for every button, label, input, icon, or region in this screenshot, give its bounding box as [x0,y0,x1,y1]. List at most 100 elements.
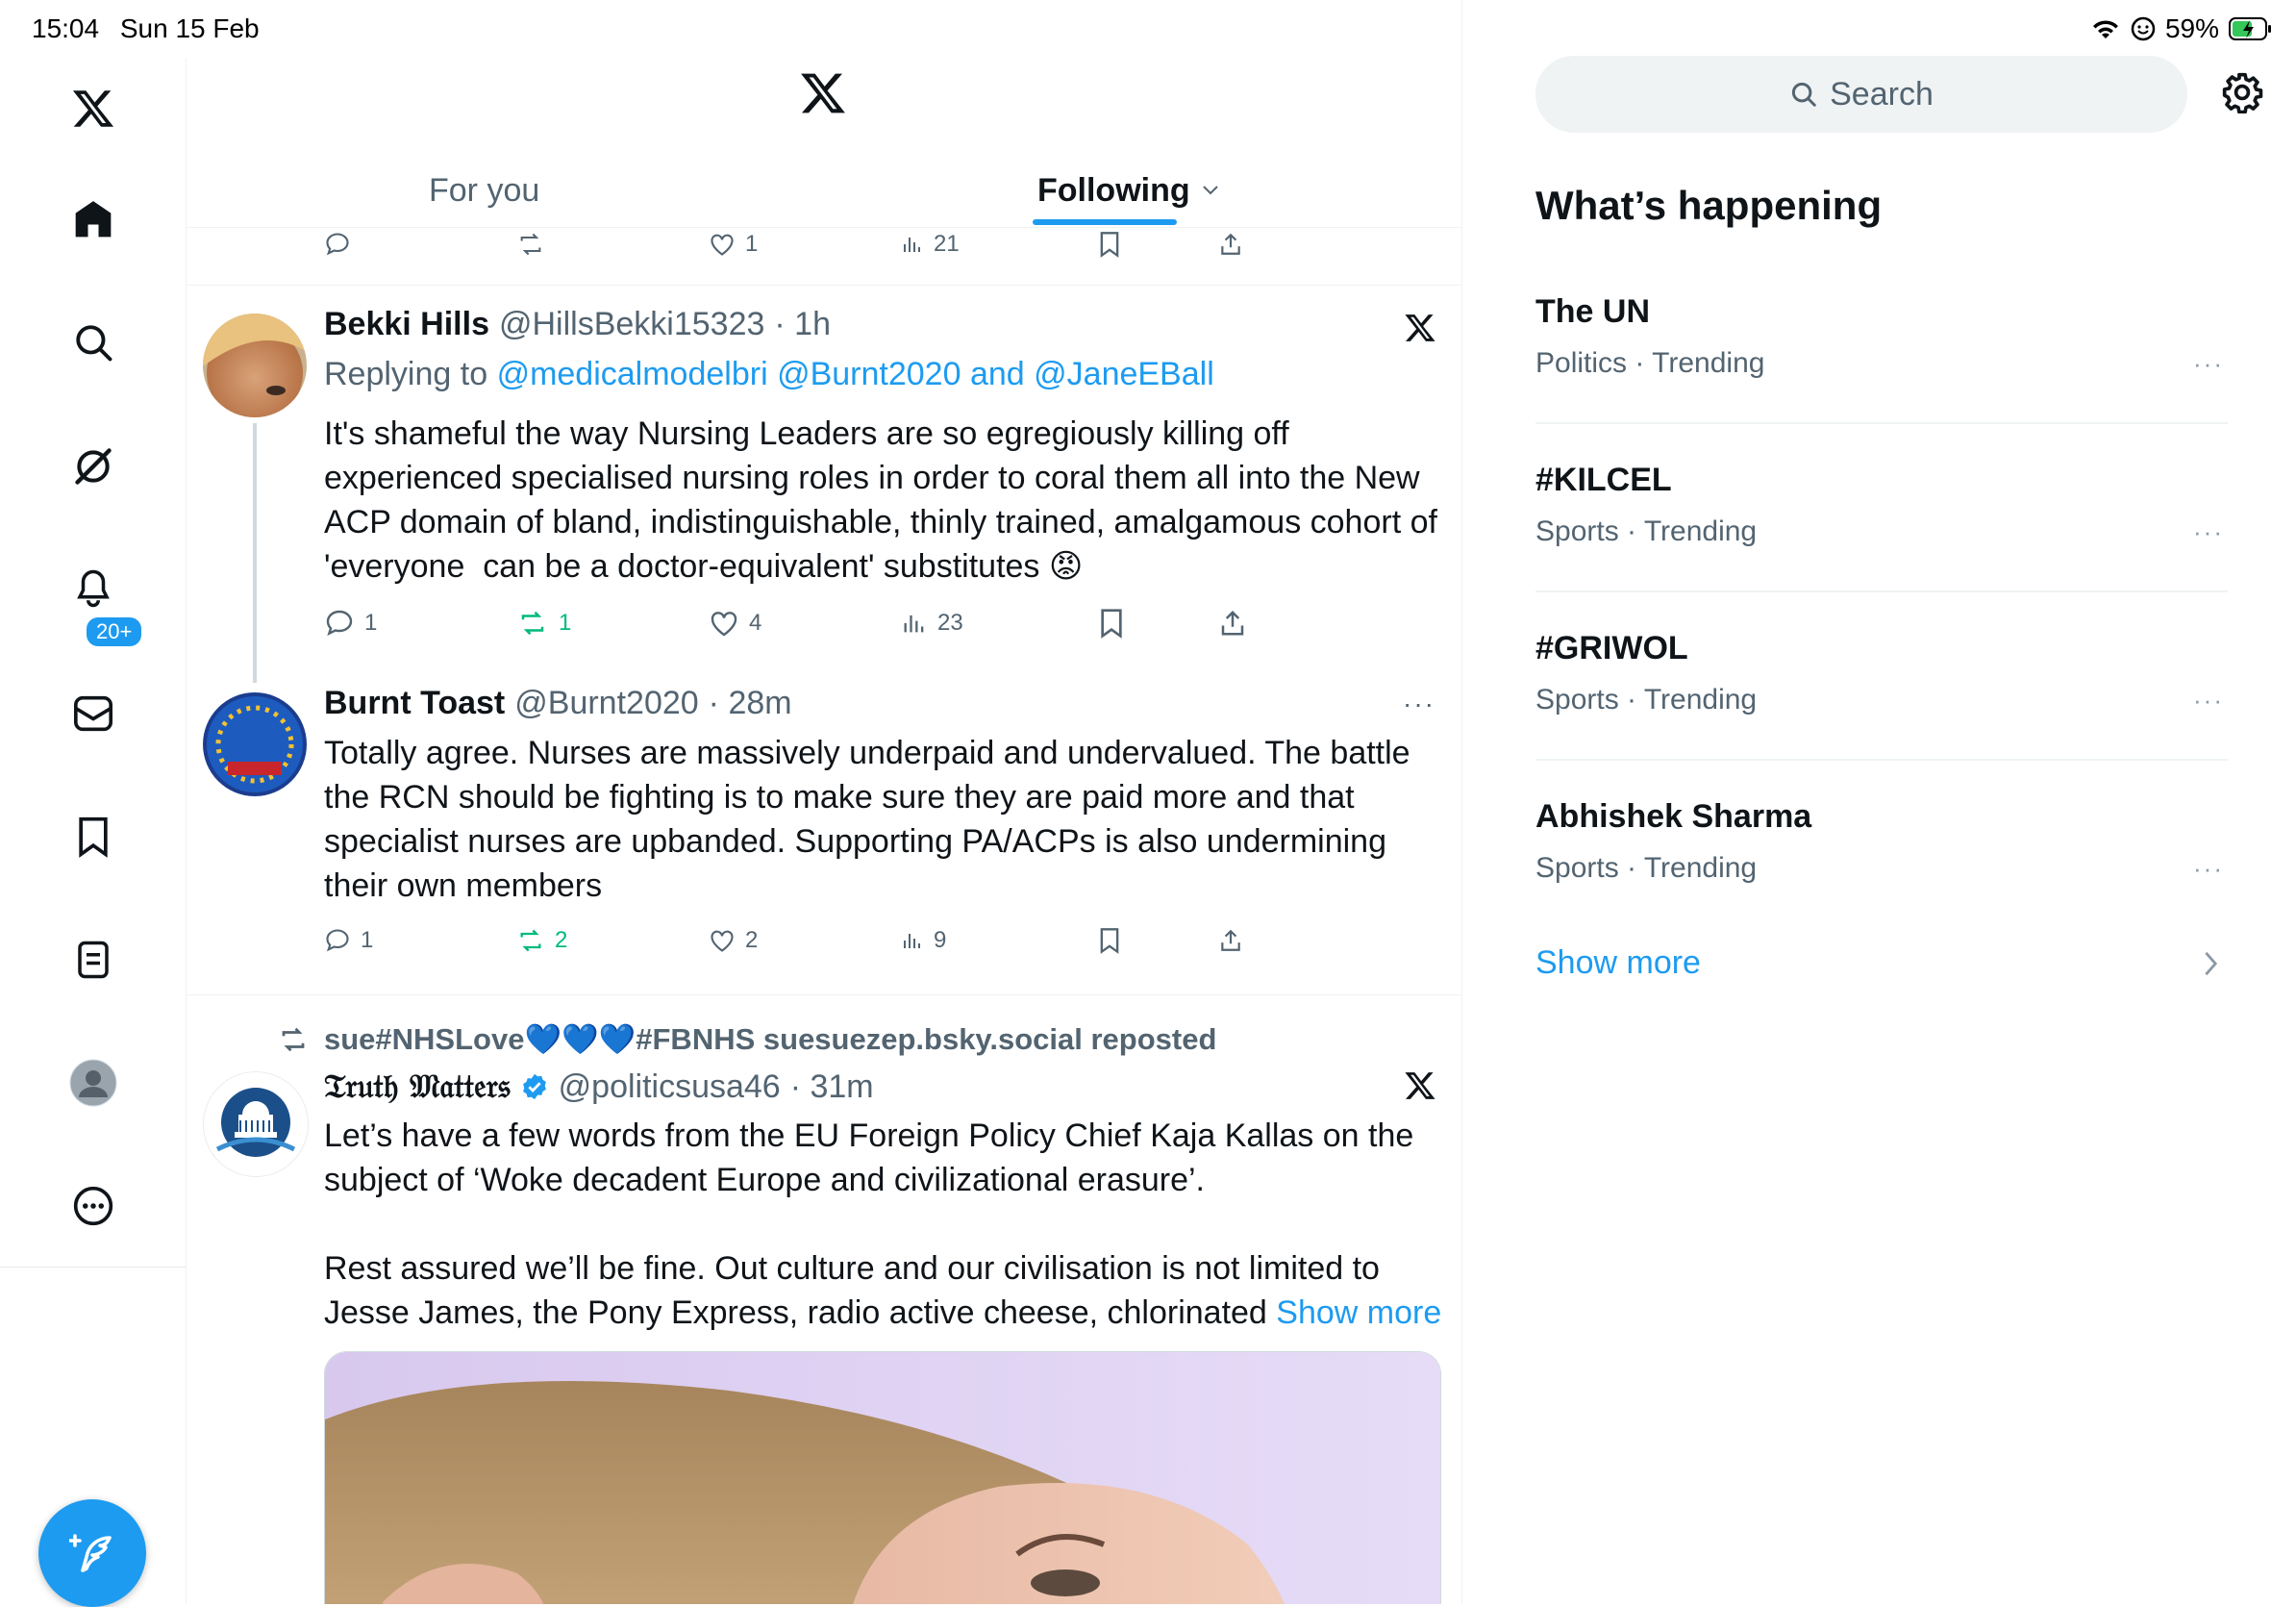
tweet-time[interactable]: · 28m [709,685,792,722]
repost-button[interactable]: 2 [516,921,567,960]
share-button[interactable] [1218,225,1243,264]
tab-for-you[interactable]: For you [429,154,539,227]
more-options-icon[interactable]: ··· [2193,854,2224,884]
timeline-column: For you Following 1 21 Bekki Hills @Hill… [187,0,1462,1604]
right-sidebar: Search What’s happening The UN Politics … [1462,0,2296,1604]
verified-badge-icon [520,1072,549,1101]
show-more-link[interactable]: Show more [1276,1294,1441,1331]
timeline-tabs: For you Following [187,154,1461,228]
like-count: 1 [745,231,759,257]
status-clock: 15:04 [32,13,100,43]
messages-icon[interactable] [64,685,122,742]
avatar[interactable] [203,314,307,417]
author-name[interactable]: Burnt Toast [324,685,505,722]
reply-button[interactable]: 1 [324,921,373,960]
like-button[interactable]: 4 [709,604,761,642]
chevron-right-icon[interactable] [2203,950,2226,979]
views-count: 23 [937,610,963,636]
tweet-media-image[interactable] [324,1351,1441,1604]
repost-button[interactable]: 1 [516,604,571,642]
tweet-header: 𝔗𝔯𝔲𝔱𝔥 𝔐𝔞𝔱𝔱𝔢𝔯𝔰 @politicsusa46 · 31m [324,1067,874,1106]
trend-separator [1535,422,2228,424]
profile-icon[interactable] [64,1054,122,1112]
tab-following[interactable]: Following [1037,154,1219,227]
reply-mention-last[interactable]: @JaneEBall [1034,356,1214,392]
views-button[interactable]: 23 [901,604,963,642]
trend-meta: Sports · Trending [1535,515,1758,547]
trend-separator [1535,759,2228,761]
share-button[interactable] [1218,604,1247,642]
share-button[interactable] [1218,921,1243,960]
x-logo-icon[interactable] [64,80,122,138]
search-placeholder: Search [1830,75,1934,113]
more-options-icon[interactable]: ··· [2193,349,2224,379]
views-count: 21 [934,231,960,257]
reposted-by[interactable]: sue#NHSLove💙💙💙#FBNHS suesuezep.bsky.soci… [324,1021,1216,1057]
more-options-icon[interactable]: ··· [2193,686,2224,716]
search-icon[interactable] [64,314,122,371]
avatar[interactable] [203,1071,309,1177]
like-count: 4 [749,610,762,636]
settings-gear-icon[interactable] [2221,71,2267,117]
like-button[interactable]: 1 [709,225,758,264]
trend-item[interactable]: #GRIWOL Sports · Trending ··· [1535,630,2228,797]
chevron-down-icon[interactable] [1202,185,1219,196]
trend-meta: Sports · Trending [1535,852,1758,884]
trend-item[interactable]: Abhishek Sharma Sports · Trending ··· [1535,798,2228,966]
replying-prefix: Replying to [324,356,488,392]
x-grok-icon[interactable] [1404,312,1442,350]
x-header-logo-icon[interactable] [798,69,848,117]
tweet-actions: 1 2 2 9 [324,921,1382,960]
x-grok-icon[interactable] [1404,1069,1442,1108]
reply-button[interactable]: 1 [324,604,377,642]
sidebar-divider [0,1267,186,1268]
show-more-trends-link[interactable]: Show more [1535,944,1701,982]
like-count: 2 [745,927,759,953]
notifications-icon[interactable] [64,560,122,617]
like-button[interactable]: 2 [709,921,758,960]
reply-mentions[interactable]: @medicalmodelbri @Burnt2020 [497,356,961,392]
compose-post-button[interactable] [38,1499,146,1607]
home-icon[interactable] [64,190,122,248]
grok-icon[interactable] [64,438,122,495]
views-button[interactable]: 9 [901,921,946,960]
author-name[interactable]: Bekki Hills [324,306,489,343]
avatar[interactable] [203,692,307,796]
heart-icon [711,930,734,952]
reply-and[interactable]: and [970,356,1025,392]
repost-button[interactable] [516,225,545,264]
search-input[interactable]: Search [1535,56,2187,133]
bookmark-button[interactable] [1098,225,1121,264]
tweet-text: It's shameful the way Nursing Leaders ar… [324,415,1447,585]
reply-button[interactable] [324,225,351,264]
lists-icon[interactable] [64,931,122,989]
trend-separator [1535,590,2228,592]
tweet-time[interactable]: · 31m [790,1068,874,1106]
views-icon [904,615,924,633]
more-icon[interactable] [64,1177,122,1235]
tweet-time[interactable]: · 1h [774,306,831,343]
share-icon [1221,929,1240,951]
author-handle[interactable]: @Burnt2020 [514,685,698,722]
more-options-icon[interactable]: ··· [1403,689,1435,719]
views-icon [904,238,920,252]
author-name[interactable]: 𝔗𝔯𝔲𝔱𝔥 𝔐𝔞𝔱𝔱𝔢𝔯𝔰 [324,1067,511,1106]
trend-item[interactable]: #KILCEL Sports · Trending ··· [1535,462,2228,629]
trend-meta: Sports · Trending [1535,684,1758,716]
share-icon [1221,233,1240,255]
bookmark-icon [1100,232,1119,258]
tweet-header: Bekki Hills @HillsBekki15323 · 1h [324,306,831,343]
more-options-icon[interactable]: ··· [2193,517,2224,547]
share-icon [1221,610,1244,636]
repost-icon [521,611,544,636]
bookmark-button[interactable] [1098,921,1121,960]
tab-for-you-label: For you [429,171,540,209]
trend-item[interactable]: The UN Politics · Trending ··· [1535,293,2228,461]
search-icon [1792,82,1816,107]
author-handle[interactable]: @HillsBekki15323 [499,306,764,343]
bookmark-button[interactable] [1098,604,1125,642]
bookmarks-icon[interactable] [64,808,122,866]
views-button[interactable]: 21 [901,225,960,264]
trend-meta: Politics · Trending [1535,347,1765,379]
author-handle[interactable]: @politicsusa46 [559,1068,781,1106]
